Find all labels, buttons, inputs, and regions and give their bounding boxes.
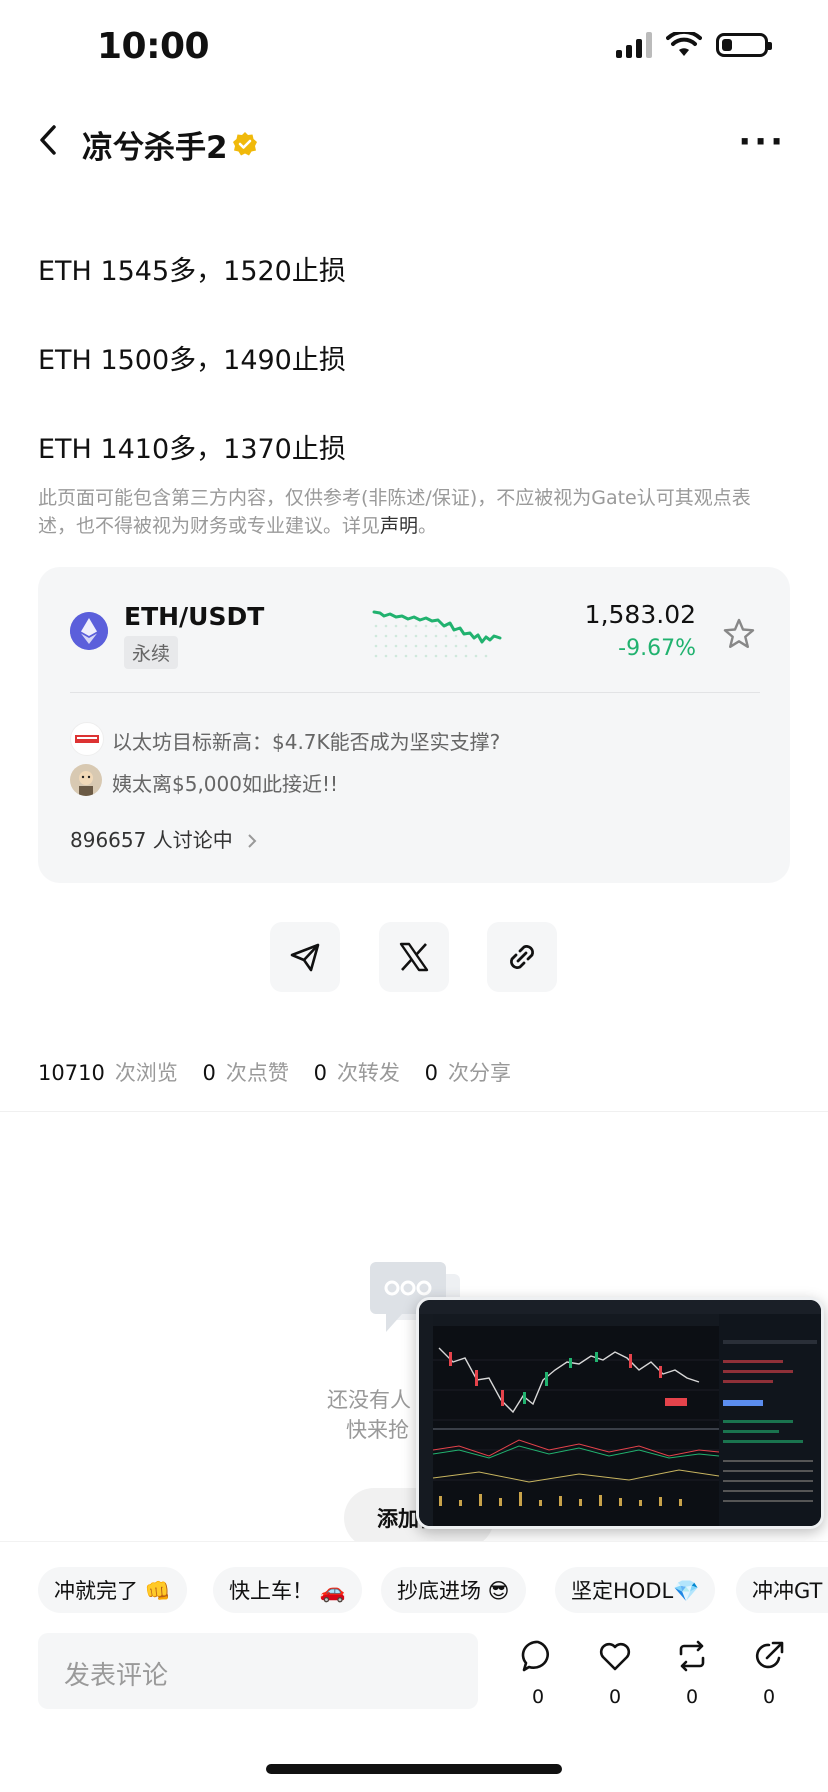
disclaimer-link[interactable]: 声明	[380, 515, 418, 537]
repost-count: 0	[685, 1686, 699, 1708]
share-x-button[interactable]	[379, 922, 449, 992]
verified-badge-icon	[233, 132, 257, 156]
share-action[interactable]: 0	[744, 1638, 794, 1708]
comment-count: 0	[531, 1686, 545, 1708]
news-item-2[interactable]: 姨太离$5,000如此接近!!	[112, 768, 338, 797]
battery-icon	[716, 33, 772, 57]
reposts-label: 次转发	[336, 1061, 400, 1085]
news-avatar-icon	[70, 722, 104, 756]
share-link-button[interactable]	[487, 922, 557, 992]
more-options-icon[interactable]: ···	[738, 122, 786, 162]
quick-reply-chip[interactable]: 抄底进场 😎	[381, 1567, 526, 1613]
reposts-count: 0	[313, 1061, 327, 1085]
discussion-count[interactable]: 896657 人讨论中	[70, 824, 259, 853]
views-label: 次浏览	[114, 1061, 178, 1085]
empty-comments-text-1: 还没有人	[327, 1388, 411, 1412]
favorite-star-icon[interactable]	[722, 617, 756, 651]
share-count: 0	[762, 1686, 776, 1708]
eth-logo-icon	[70, 612, 108, 650]
likes-count: 0	[202, 1061, 216, 1085]
x-icon	[399, 942, 429, 972]
status-time: 10:00	[97, 26, 210, 67]
quick-reply-chip[interactable]: 冲就完了 👊	[38, 1567, 187, 1613]
back-arrow-icon[interactable]	[36, 124, 60, 156]
disclaimer-end: 。	[418, 515, 438, 537]
like-count: 0	[608, 1686, 622, 1708]
empty-comments-text-2: 快来抢	[346, 1418, 409, 1442]
quick-reply-chip[interactable]: 快上车！ 🚗	[213, 1567, 362, 1613]
shares-count: 0	[424, 1061, 438, 1085]
floating-video-window[interactable]	[416, 1297, 824, 1529]
discussion-number: 896657	[70, 828, 147, 852]
post-line-2: ETH 1500多，1490止损	[38, 345, 346, 376]
send-icon	[290, 943, 320, 972]
comment-placeholder: 发表评论	[64, 1661, 169, 1691]
chevron-right-icon	[248, 834, 257, 848]
status-icons	[616, 32, 772, 58]
contract-type-badge: 永续	[124, 636, 179, 669]
share-icon	[755, 1641, 784, 1669]
card-divider	[70, 692, 760, 693]
comment-icon	[521, 1640, 549, 1672]
post-stats: 10710 次浏览 0 次点赞 0 次转发 0 次分享	[38, 1057, 529, 1087]
views-count: 10710	[38, 1061, 105, 1085]
link-icon	[510, 945, 534, 969]
repost-icon	[679, 1640, 705, 1672]
quick-reply-chip[interactable]: 冲冲GT	[736, 1567, 828, 1613]
repost-action[interactable]: 0	[667, 1638, 717, 1708]
sparkline-chart	[372, 610, 502, 658]
heart-icon	[599, 1642, 631, 1671]
like-action[interactable]: 0	[590, 1638, 640, 1708]
news-item-1[interactable]: 以太坊目标新高：$4.7K能否成为坚实支撑?	[112, 726, 500, 755]
section-divider	[0, 1111, 828, 1112]
signal-icon	[616, 32, 652, 58]
wifi-icon	[666, 32, 702, 56]
user-avatar-icon	[70, 764, 102, 796]
home-indicator	[266, 1764, 562, 1774]
post-line-1: ETH 1545多，1520止损	[38, 256, 346, 287]
price: 1,583.02	[584, 600, 696, 629]
likes-label: 次点赞	[225, 1061, 289, 1085]
author-name[interactable]: 凉兮杀手2	[82, 122, 228, 167]
pair-name: ETH/USDT	[124, 602, 265, 631]
disclaimer: 此页面可能包含第三方内容，仅供参考(非陈述/保证)，不应被视为Gate认可其观点…	[38, 484, 768, 540]
quick-reply-chip[interactable]: 坚定HODL💎	[555, 1567, 716, 1613]
post-line-3: ETH 1410多，1370止损	[38, 434, 346, 465]
shares-label: 次分享	[448, 1061, 511, 1085]
discussion-label: 人讨论中	[152, 828, 233, 852]
comment-action[interactable]: 0	[513, 1638, 563, 1708]
video-chart-preview	[419, 1300, 821, 1526]
price-change: -9.67%	[618, 636, 696, 661]
share-send-button[interactable]	[270, 922, 340, 992]
